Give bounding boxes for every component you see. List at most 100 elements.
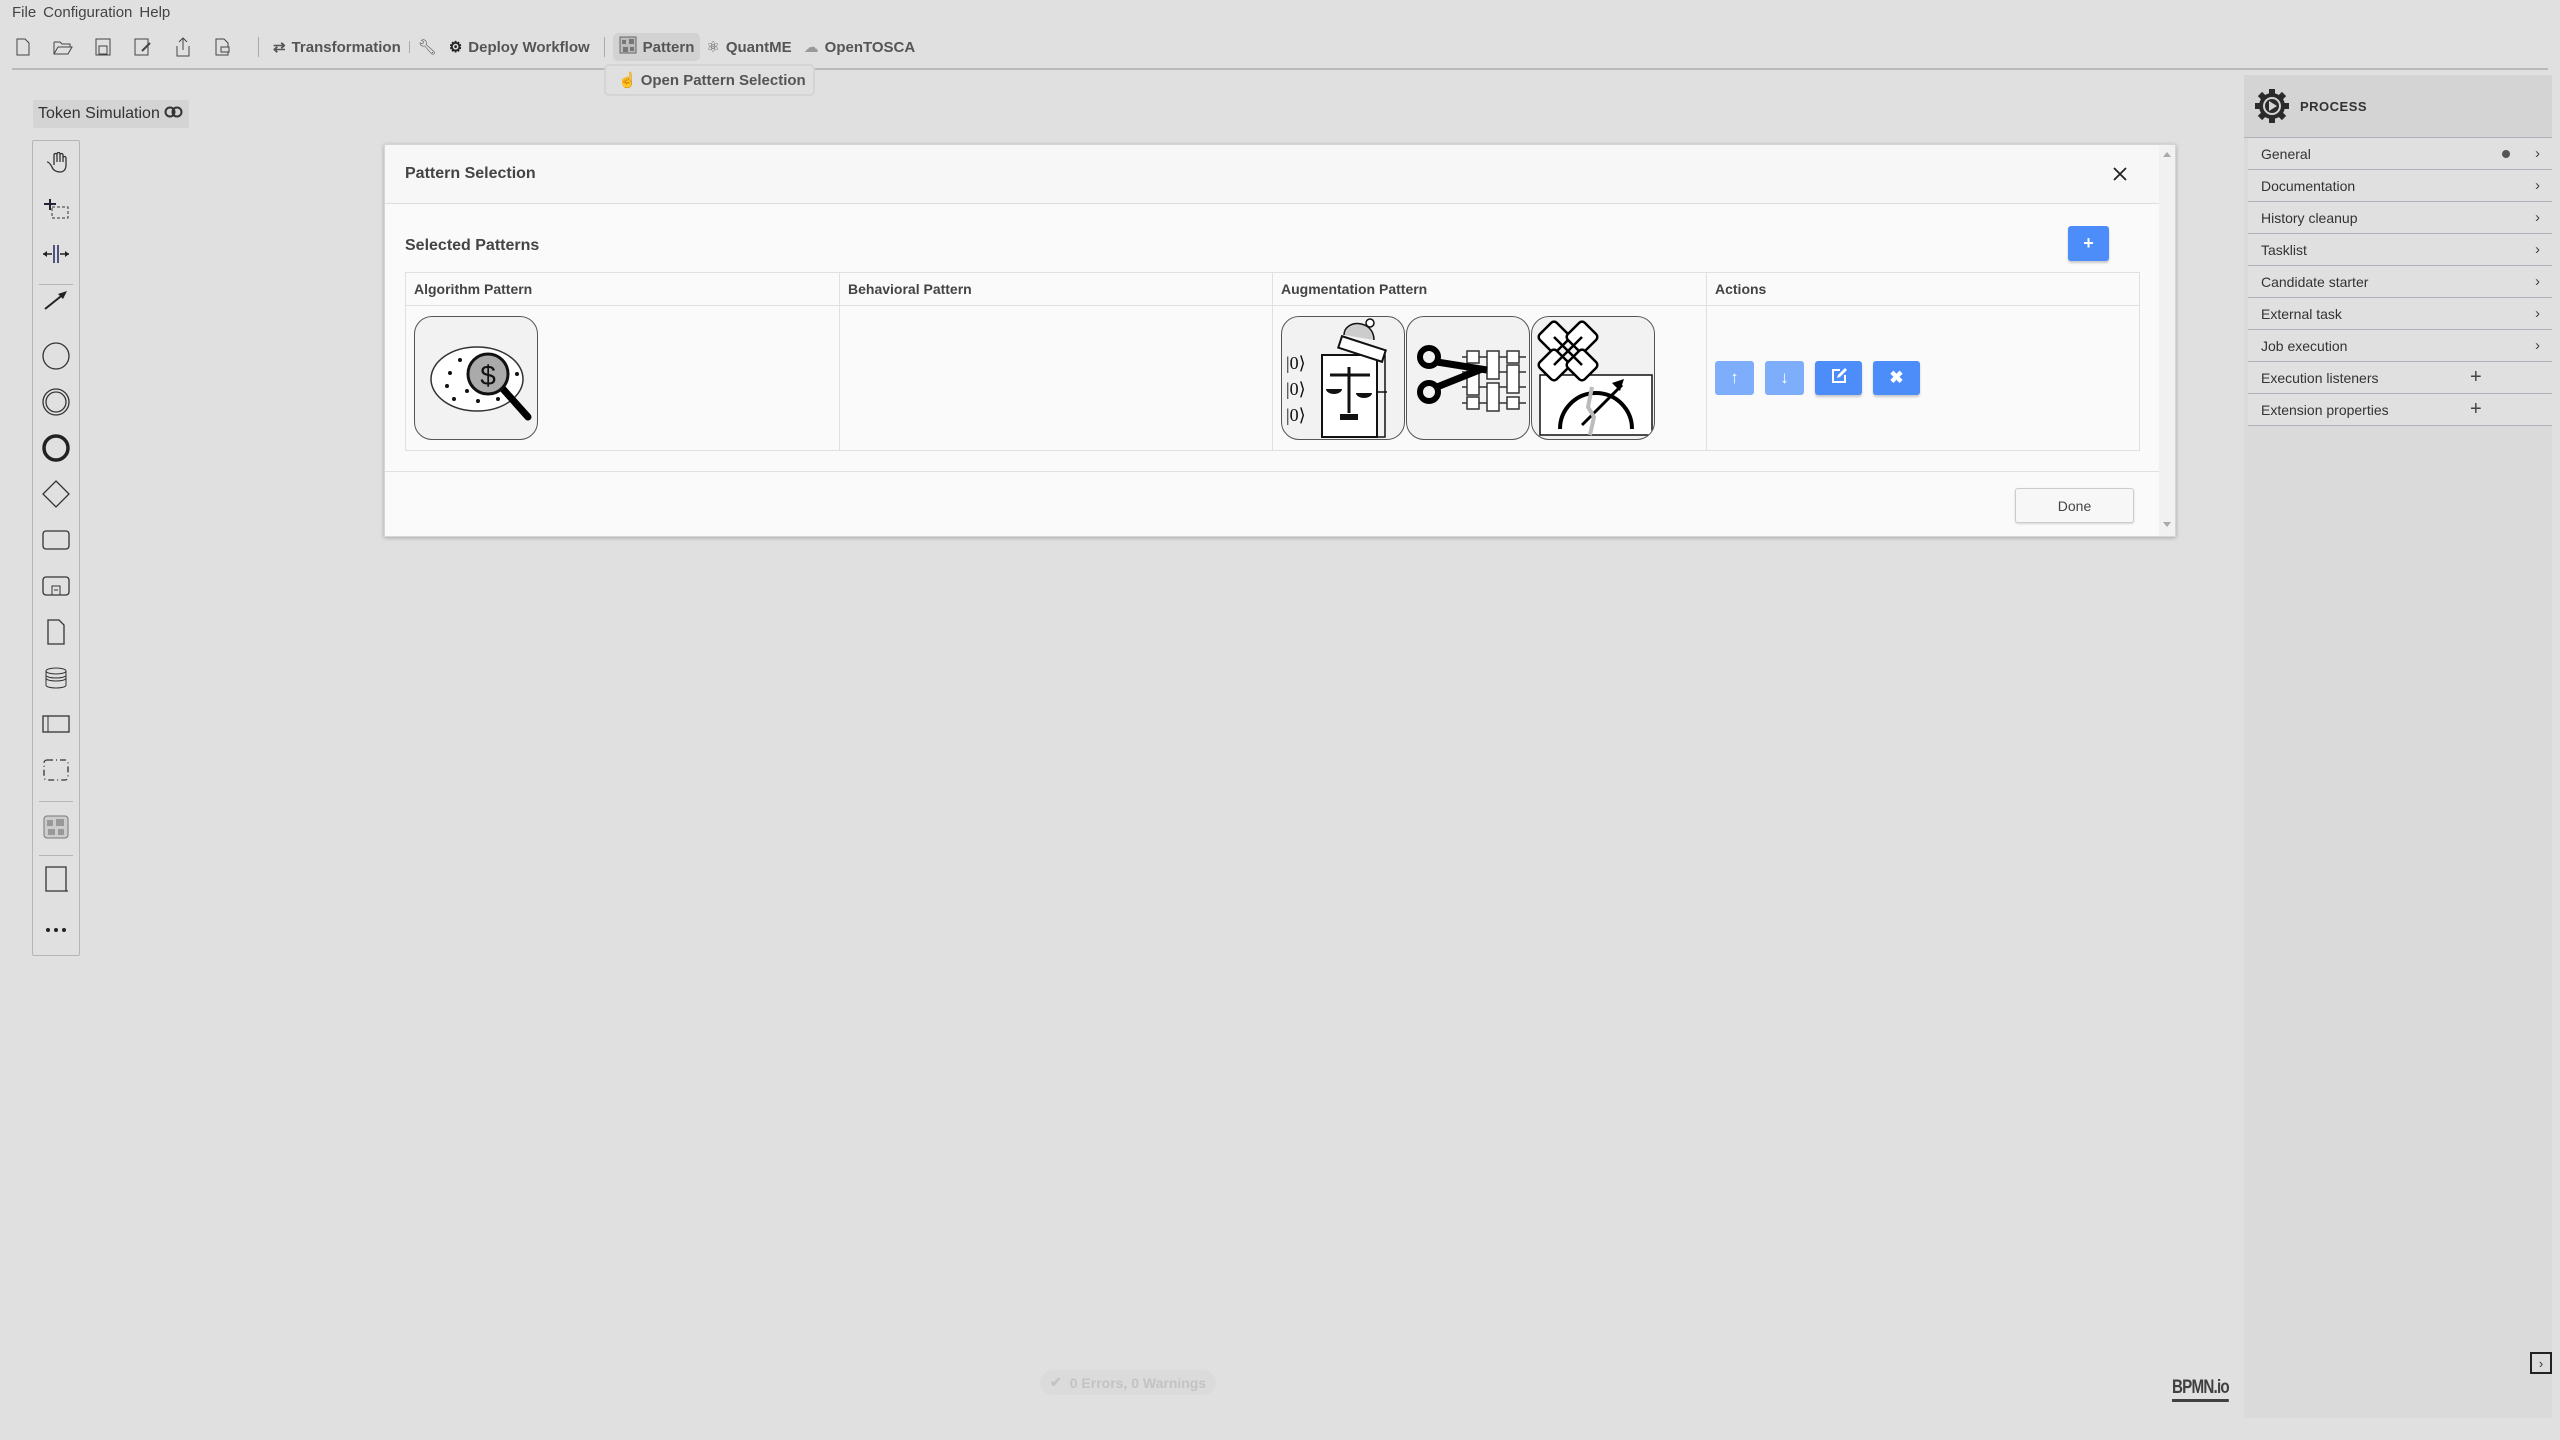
error-correction-pattern-icon[interactable]	[1531, 316, 1655, 440]
atom-icon: ⚛	[706, 39, 720, 56]
group-general[interactable]: General ›	[2248, 138, 2552, 170]
chevron-right-icon: ›	[2535, 145, 2540, 162]
palette-separator	[39, 855, 73, 856]
task-icon[interactable]	[33, 522, 79, 558]
transformation-button[interactable]: ⇄ Transformation	[267, 35, 407, 59]
dialog-title: Pattern Selection	[405, 165, 536, 182]
menu-configuration[interactable]: Configuration	[43, 4, 132, 24]
toolbar-separator	[408, 41, 410, 53]
arrow-up-icon: ↑	[1730, 368, 1739, 387]
data-dot-icon	[2502, 149, 2510, 158]
hand-pointer-icon: ☝	[618, 72, 637, 89]
pattern-button[interactable]: Pattern	[612, 33, 701, 61]
behavioral-pattern-cell	[839, 305, 1273, 451]
lint-status-badge[interactable]: ✔ 0 Errors, 0 Warnings	[1040, 1370, 1217, 1395]
group-execution-listeners[interactable]: Execution listeners +	[2248, 362, 2552, 394]
swap-arrows-icon: ⇄	[273, 39, 286, 56]
add-icon[interactable]: +	[2470, 366, 2482, 389]
data-store-icon[interactable]	[33, 660, 79, 696]
svg-text:|0⟩: |0⟩	[1286, 379, 1306, 399]
check-icon: ✔	[1050, 1374, 1062, 1390]
menu-bar: File Configuration Help	[12, 4, 170, 24]
selected-patterns-table: Algorithm Pattern Behavioral Pattern Aug…	[405, 272, 2140, 451]
chevron-right-icon: ›	[2535, 209, 2540, 226]
edit-pattern-button[interactable]	[1815, 361, 1862, 395]
more-tools-icon[interactable]	[33, 912, 79, 948]
column-header: Behavioral Pattern	[839, 272, 1273, 306]
pattern-tool-icon[interactable]	[33, 809, 79, 845]
quantme-button[interactable]: ⚛ QuantME	[700, 35, 797, 59]
done-button[interactable]: Done	[2015, 488, 2134, 523]
group-documentation[interactable]: Documentation ›	[2248, 170, 2552, 202]
move-up-button[interactable]: ↑	[1715, 361, 1754, 395]
move-down-button[interactable]: ↓	[1765, 361, 1804, 395]
circuit-cutting-pattern-icon[interactable]	[1406, 316, 1530, 440]
save-icon[interactable]	[90, 34, 116, 60]
column-header: Actions	[1706, 272, 2140, 306]
pattern-icon	[619, 36, 637, 58]
pool-icon[interactable]	[33, 706, 79, 742]
upload-icon[interactable]	[170, 34, 196, 60]
subprocess-icon[interactable]	[33, 568, 79, 604]
process-icon	[2254, 88, 2290, 124]
group-history-cleanup[interactable]: History cleanup ›	[2248, 202, 2552, 234]
data-object-icon[interactable]	[33, 614, 79, 650]
opentosca-button[interactable]: ☁ OpenTOSCA	[798, 35, 922, 59]
palette-separator	[39, 801, 73, 802]
pattern-selection-dialog: Pattern Selection Selected Patterns + Al…	[384, 144, 2176, 537]
cloud-icon: ☁	[803, 39, 819, 56]
close-icon[interactable]	[2109, 163, 2131, 185]
menu-help[interactable]: Help	[139, 4, 170, 24]
amplitude-estimation-pattern-icon[interactable]: $	[414, 316, 538, 440]
wrench-button[interactable]: 🔧︎	[412, 35, 443, 59]
end-event-icon[interactable]	[33, 430, 79, 466]
group-external-task[interactable]: External task ›	[2248, 298, 2552, 330]
deploy-workflow-button[interactable]: ⚙ Deploy Workflow	[443, 35, 596, 59]
chevron-right-icon: ›	[2535, 305, 2540, 322]
text-annotation-icon[interactable]	[33, 862, 79, 898]
group-tasklist[interactable]: Tasklist ›	[2248, 234, 2552, 266]
space-tool-icon[interactable]	[33, 236, 79, 272]
group-extension-properties[interactable]: Extension properties +	[2248, 394, 2552, 426]
tool-palette	[32, 140, 80, 956]
delete-pattern-button[interactable]: ✖	[1873, 361, 1920, 395]
save-as-icon[interactable]	[130, 34, 156, 60]
dialog-header: Pattern Selection	[385, 145, 2159, 204]
group-icon[interactable]	[33, 752, 79, 788]
chevron-right-icon: ›	[2535, 273, 2540, 290]
palette-separator	[39, 284, 73, 285]
svg-text:|0⟩: |0⟩	[1286, 353, 1306, 373]
add-pattern-button[interactable]: +	[2068, 226, 2109, 261]
svg-text:|0⟩: |0⟩	[1286, 405, 1306, 425]
open-pattern-selection-item[interactable]: ☝ Open Pattern Selection	[604, 64, 815, 96]
bpmn-io-logo[interactable]: BPMN.io	[2172, 1377, 2230, 1402]
open-folder-icon[interactable]	[50, 34, 76, 60]
gateway-icon[interactable]	[33, 476, 79, 512]
readout-error-mitigation-pattern-icon[interactable]: |0⟩ |0⟩ |0⟩	[1281, 316, 1405, 440]
column-header: Algorithm Pattern	[405, 272, 840, 306]
algorithm-pattern-cell: $	[405, 305, 840, 451]
export-file-icon[interactable]	[210, 34, 236, 60]
intermediate-event-icon[interactable]	[33, 384, 79, 420]
new-file-icon[interactable]	[10, 34, 36, 60]
toolbar-divider	[12, 68, 2548, 70]
group-candidate-starter[interactable]: Candidate starter ›	[2248, 266, 2552, 298]
menu-file[interactable]: File	[12, 4, 36, 24]
group-job-execution[interactable]: Job execution ›	[2248, 330, 2552, 362]
lasso-tool-icon[interactable]	[33, 191, 79, 227]
hand-tool-icon[interactable]	[33, 145, 79, 181]
chevron-right-icon: ›	[2538, 1355, 2544, 1371]
dialog-scrollbar[interactable]	[2159, 145, 2175, 536]
selected-patterns-heading: Selected Patterns	[405, 237, 540, 254]
augmentation-pattern-cell: |0⟩ |0⟩ |0⟩	[1272, 305, 1707, 451]
chevron-right-icon: ›	[2535, 177, 2540, 194]
properties-title: PROCESS	[2300, 98, 2368, 114]
add-icon[interactable]: +	[2470, 398, 2482, 421]
column-header: Augmentation Pattern	[1272, 272, 1707, 306]
dialog-footer-divider	[385, 471, 2159, 472]
start-event-icon[interactable]	[33, 338, 79, 374]
toggle-properties-panel[interactable]: ›	[2530, 1352, 2552, 1374]
token-simulation-toggle[interactable]: Token Simulation	[33, 100, 189, 128]
toolbar: ⇄ Transformation 🔧︎ ⚙ Deploy Workflow Pa…	[10, 32, 921, 62]
connect-tool-icon[interactable]	[33, 282, 79, 318]
